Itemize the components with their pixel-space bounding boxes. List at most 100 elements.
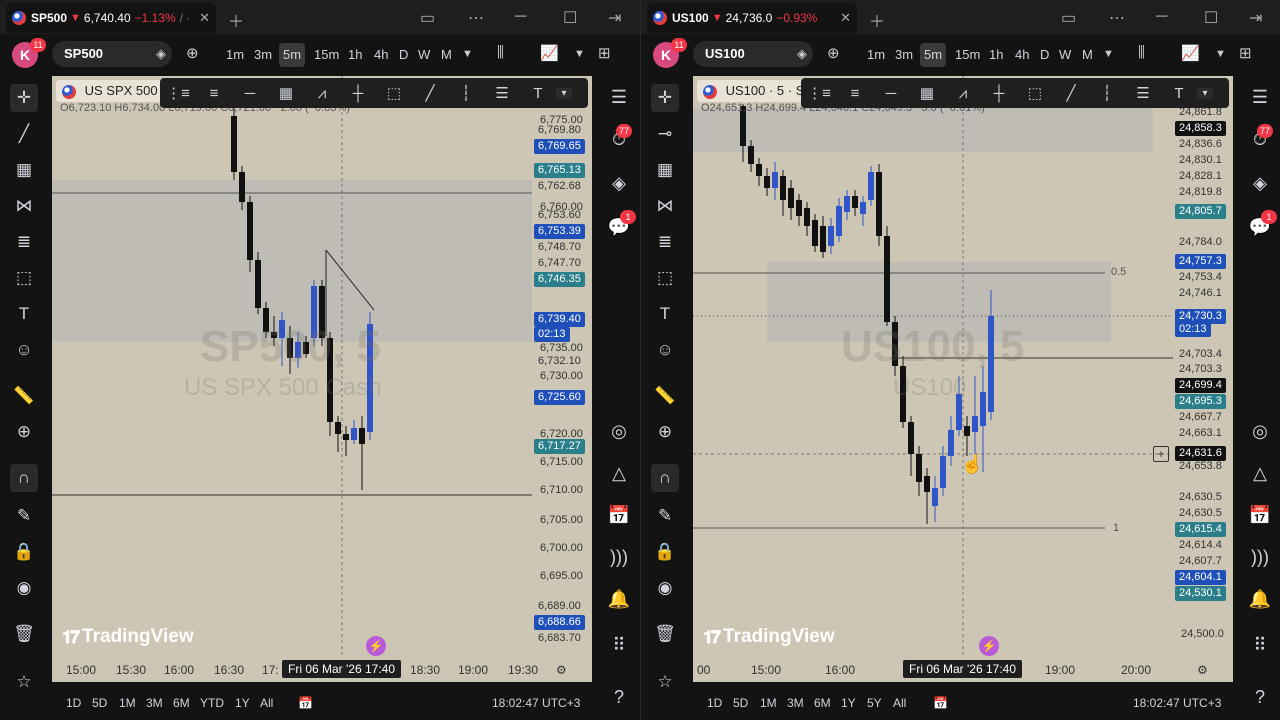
range-5d[interactable]: 5D [92,696,107,710]
ruler-icon[interactable]: 📏 [10,382,38,410]
tf-3m[interactable]: 3m [891,43,917,67]
emoji-icon[interactable]: ☺ [651,336,679,364]
ray-icon[interactable]: ╱ [412,84,448,102]
symbol-search[interactable]: SP500 ◈ [52,41,172,67]
range-6m[interactable]: 6M [814,696,831,710]
pattern-icon[interactable]: ⋈ [10,192,38,220]
range-5y[interactable]: 5Y [867,696,882,710]
fib-ext-icon[interactable]: ≡ [196,85,232,102]
emoji-icon[interactable]: ☺ [10,336,38,364]
chevron-down-icon[interactable]: ▼ [1215,48,1226,60]
lightning-icon[interactable]: ⚡ [979,636,999,656]
range-1m[interactable]: 1M [119,696,136,710]
help-icon[interactable]: ? [1245,682,1275,712]
target-icon[interactable]: ◎ [604,416,634,446]
range-1d[interactable]: 1D [707,696,722,710]
range-1m[interactable]: 1M [760,696,777,710]
bell-icon[interactable]: 🔔 [604,584,634,614]
grid-tool-icon[interactable]: ▦ [10,156,38,184]
tf-15m[interactable]: 15m [951,43,984,67]
fib-tool-icon[interactable]: ⋮≡ [160,84,196,102]
tf-3m[interactable]: 3m [250,43,276,67]
grid-tool-icon[interactable]: ▦ [268,84,304,102]
pencil-lock-icon[interactable]: ✎ [10,502,38,530]
clock[interactable]: 18:02:47 UTC+3 [1133,696,1221,710]
new-tab-icon[interactable]: ＋ [869,8,885,32]
chevron-down-icon[interactable]: ▾ [556,87,572,99]
zoom-icon[interactable]: ⊕ [10,418,38,446]
fib-tool-icon[interactable]: ⋮≡ [801,84,837,102]
chart-legend[interactable]: US SPX 500 [56,80,164,102]
settings-icon[interactable]: ⚙ [1197,663,1208,677]
lightning-icon[interactable]: ⚡ [366,636,386,656]
eye-icon[interactable]: ◈ [797,41,807,67]
tf-1m[interactable]: 1m [222,43,248,67]
star-icon[interactable]: ☆ [10,668,38,696]
range-5d[interactable]: 5D [733,696,748,710]
chevron-down-icon[interactable]: ▼ [462,48,473,60]
tf-m[interactable]: M [1078,43,1097,67]
grid-icon[interactable]: ⊞ [598,44,611,62]
tf-5m[interactable]: 5m [920,43,947,67]
candles-icon[interactable]: ⫼ [497,44,504,61]
browser-tab[interactable]: US100 ▼ 24,736.0 −0.93% ✕ [647,3,857,33]
broadcast-icon[interactable]: ))) [604,542,634,572]
star-icon[interactable]: ☆ [651,668,679,696]
indicators-icon[interactable]: 📈 [540,44,559,62]
time-axis[interactable]: 00 15:00 16:00 19:00 20:00 Fri 06 Mar '2… [693,656,1233,682]
tf-4h[interactable]: 4h [1011,43,1033,67]
tf-1m[interactable]: 1m [863,43,889,67]
text-icon[interactable]: T [10,300,38,328]
pencil-lock-icon[interactable]: ✎ [651,502,679,530]
indicators-icon[interactable]: 📈 [1181,44,1200,62]
tf-w[interactable]: W [414,43,434,67]
bell-icon[interactable]: 🔔 [1245,584,1275,614]
fib-icon[interactable]: ≣ [10,228,38,256]
chart-area[interactable]: US SPX 500 O6,723.10 H6,734.00 L6,719.00… [52,76,592,656]
range-1y[interactable]: 1Y [235,696,250,710]
calendar-range-icon[interactable]: 📅 [298,696,313,710]
triangle-icon[interactable]: △ [604,458,634,488]
chevron-down-icon[interactable]: ▼ [574,48,585,60]
triangle-icon[interactable]: △ [1245,458,1275,488]
zoom-icon[interactable]: ⊕ [651,418,679,446]
chart-legend[interactable]: US100 · 5 · S [697,80,811,102]
crosshair-icon[interactable]: ✛ [651,84,679,112]
calendar-icon[interactable]: 📅 [604,500,634,530]
tf-4h[interactable]: 4h [370,43,392,67]
rectangle-icon[interactable]: ⬚ [1017,84,1053,102]
layers-icon[interactable]: ◈ [1245,168,1275,198]
tf-d[interactable]: D [1036,43,1053,67]
candles-icon[interactable]: ⫼ [1138,44,1145,61]
fib-channel-icon[interactable]: ☰ [484,84,520,102]
tf-5m[interactable]: 5m [279,43,306,67]
calendar-range-icon[interactable]: 📅 [933,696,948,710]
more-icon[interactable]: ⋯ [468,8,484,28]
ray-icon[interactable]: ╱ [1053,84,1089,102]
tf-15m[interactable]: 15m [310,43,343,67]
range-all[interactable]: All [893,696,906,710]
grid-tool-icon[interactable]: ▦ [909,84,945,102]
maximize-icon[interactable]: ☐ [563,8,577,28]
clock[interactable]: 18:02:47 UTC+3 [492,696,580,710]
minimize-icon[interactable]: ─ [515,8,526,26]
text-icon[interactable]: T [651,300,679,328]
maximize-icon[interactable]: ☐ [1204,8,1218,28]
layers-icon[interactable]: ◈ [604,168,634,198]
line-icon[interactable]: ─ [873,85,909,102]
exit-icon[interactable]: ⇥ [608,8,621,28]
watchlist-icon[interactable]: ☰ [1245,82,1275,112]
fib-ext-icon[interactable]: ≡ [837,85,873,102]
pattern-icon[interactable]: ⩘ [304,85,340,102]
range-1d[interactable]: 1D [66,696,81,710]
settings-icon[interactable]: ⚙ [556,663,567,677]
broadcast-icon[interactable]: ))) [1245,542,1275,572]
layout-icon[interactable]: ▭ [420,8,435,28]
line-icon[interactable]: ─ [232,85,268,102]
help-icon[interactable]: ? [604,682,634,712]
range-3m[interactable]: 3M [146,696,163,710]
trendline-icon[interactable]: ╱ [10,120,38,148]
range-6m[interactable]: 6M [173,696,190,710]
trash-icon[interactable]: 🗑 [651,620,679,648]
line-icon[interactable]: ⊸ [651,120,679,148]
